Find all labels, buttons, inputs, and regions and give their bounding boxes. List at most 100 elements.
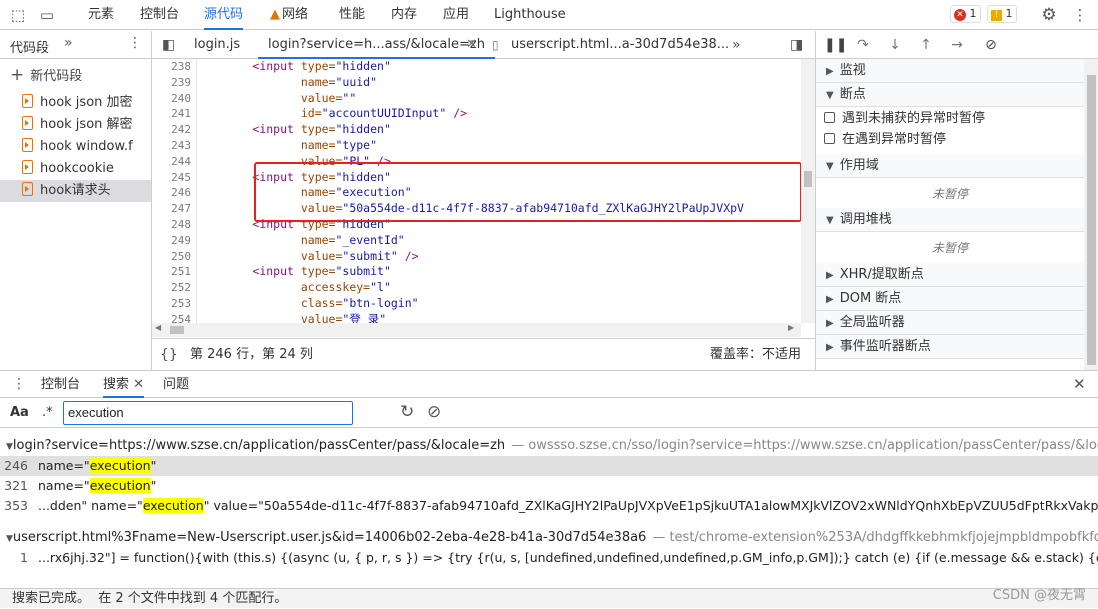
pretty-print-icon[interactable]: {} xyxy=(160,339,178,371)
dom-breakpoints-section[interactable]: ▶ DOM 断点 xyxy=(816,287,1084,311)
line-number[interactable]: 241 xyxy=(152,106,196,122)
drawer-tab-console[interactable]: 控制台 xyxy=(41,371,80,398)
pause-uncaught-checkbox[interactable]: 遇到未捕获的异常时暂停 xyxy=(824,109,985,129)
step-into-icon[interactable]: ↓ xyxy=(886,36,904,54)
tab-network[interactable]: ▲ 网络 xyxy=(270,0,308,30)
deactivate-breakpoints-icon[interactable]: ⊘ xyxy=(982,36,1000,54)
line-number[interactable]: 250 xyxy=(152,249,196,265)
tab-performance[interactable]: 性能 xyxy=(339,0,365,30)
line-number[interactable]: 243 xyxy=(152,138,196,154)
step-over-icon[interactable]: ↷ xyxy=(854,36,872,54)
result-file-header[interactable]: ▼userscript.html%3Fname=New-Userscript.u… xyxy=(6,528,1098,548)
new-snippet-button[interactable]: + 新代码段 xyxy=(10,65,82,85)
kebab-menu-icon[interactable]: ⋮ xyxy=(1071,6,1089,24)
line-number[interactable]: 248 xyxy=(152,217,196,233)
debugger-scrollbar[interactable] xyxy=(1084,59,1098,370)
line-number[interactable]: 242 xyxy=(152,122,196,138)
snippet-item[interactable]: hookcookie xyxy=(0,158,151,180)
close-tab-icon[interactable]: ✕ xyxy=(133,377,144,392)
editor-horizontal-scrollbar[interactable]: ◀ ▶ xyxy=(152,323,801,337)
editor-vertical-scrollbar[interactable] xyxy=(801,59,815,323)
code-line[interactable]: value="" xyxy=(197,91,801,107)
global-listeners-section[interactable]: ▶ 全局监听器 xyxy=(816,311,1084,335)
event-listener-breakpoints-section[interactable]: ▶ 事件监听器断点 xyxy=(816,335,1084,359)
step-icon[interactable]: → xyxy=(948,36,966,54)
regex-toggle[interactable]: .* xyxy=(42,405,53,420)
code-line[interactable]: id="accountUUIDInput" /> xyxy=(197,106,801,122)
inspect-element-icon[interactable]: ⬚ xyxy=(9,6,27,24)
line-number[interactable]: 245 xyxy=(152,170,196,186)
error-count-badge[interactable]: ✕ 1 xyxy=(950,5,981,23)
code-line[interactable]: value="submit" /> xyxy=(197,249,801,265)
tab-application[interactable]: 应用 xyxy=(443,0,469,30)
warning-count-badge[interactable]: ! 1 xyxy=(987,5,1017,23)
result-line[interactable]: 246 name="execution" xyxy=(0,456,1098,476)
tab-sources[interactable]: 源代码 xyxy=(204,0,244,30)
line-number[interactable]: 253 xyxy=(152,296,196,312)
tab-console[interactable]: 控制台 xyxy=(140,0,179,30)
scrollbar-thumb[interactable] xyxy=(1087,75,1096,365)
match-case-toggle[interactable]: Aa xyxy=(10,405,29,420)
close-tab-icon[interactable]: ✕ xyxy=(466,31,477,59)
gear-icon[interactable]: ⚙ xyxy=(1040,6,1058,24)
tab-elements[interactable]: 元素 xyxy=(88,0,114,30)
tab-memory[interactable]: 内存 xyxy=(391,0,417,30)
xhr-breakpoints-section[interactable]: ▶ XHR/提取断点 xyxy=(816,263,1084,287)
step-out-icon[interactable]: ↑ xyxy=(917,36,935,54)
snippet-item[interactable]: hook json 加密 xyxy=(0,92,151,114)
callstack-section[interactable]: ▼ 调用堆栈 xyxy=(816,208,1084,232)
line-number[interactable]: 254 xyxy=(152,312,196,323)
line-number[interactable]: 249 xyxy=(152,233,196,249)
drawer-menu-icon[interactable]: ⋮ xyxy=(12,371,26,398)
clear-icon[interactable]: ⊘ xyxy=(427,402,441,422)
pause-icon[interactable]: ❚❚ xyxy=(824,36,847,54)
scroll-right-icon[interactable]: ▶ xyxy=(788,323,794,332)
code-line[interactable]: accesskey="l" xyxy=(197,280,801,296)
snippet-item[interactable]: hook json 解密 xyxy=(0,114,151,136)
line-number[interactable]: 239 xyxy=(152,75,196,91)
code-line[interactable]: name="type" xyxy=(197,138,801,154)
line-number[interactable]: 238 xyxy=(152,59,196,75)
toggle-navigator-icon[interactable]: ◧ xyxy=(162,31,175,59)
tab-lighthouse[interactable]: Lighthouse xyxy=(494,0,566,30)
scroll-left-icon[interactable]: ◀ xyxy=(155,323,161,332)
code-line[interactable]: <input type="submit" xyxy=(197,264,801,280)
device-toggle-icon[interactable]: ▭ xyxy=(38,6,56,24)
refresh-icon[interactable]: ↻ xyxy=(400,402,414,422)
code-line[interactable]: class="btn-login" xyxy=(197,296,801,312)
line-number[interactable]: 240 xyxy=(152,91,196,107)
code-line[interactable]: name="uuid" xyxy=(197,75,801,91)
line-number[interactable]: 247 xyxy=(152,201,196,217)
result-line[interactable]: 321 name="execution" xyxy=(0,476,1098,496)
line-number[interactable]: 252 xyxy=(152,280,196,296)
breakpoints-section[interactable]: ▼ 断点 xyxy=(816,83,1084,107)
code-line[interactable]: value="登 录" xyxy=(197,312,801,323)
drawer-tab-search[interactable]: 搜索 ✕ xyxy=(103,371,145,398)
code-line[interactable]: <input type="hidden" xyxy=(197,122,801,138)
editor-tab-userscript[interactable]: userscript.html...a-30d7d54e38... xyxy=(511,31,729,59)
checkbox-icon[interactable] xyxy=(824,133,835,144)
snippet-item-selected[interactable]: hook请求头 xyxy=(0,180,151,202)
result-file-header[interactable]: ▼login?service=https://www.szse.cn/appli… xyxy=(6,436,1098,456)
result-line[interactable]: 353 ...dden" name="execution" value="50a5… xyxy=(0,496,1098,516)
code-line[interactable]: <input type="hidden" xyxy=(197,59,801,75)
pause-caught-checkbox[interactable]: 在遇到异常时暂停 xyxy=(824,130,946,150)
checkbox-icon[interactable] xyxy=(824,112,835,123)
close-drawer-icon[interactable]: ✕ xyxy=(1073,371,1086,398)
more-tabs-icon[interactable]: » xyxy=(64,35,73,51)
editor-tab-login-page[interactable]: login?service=h...ass/&locale=zh xyxy=(258,31,495,59)
kebab-menu-icon[interactable]: ⋮ xyxy=(128,35,142,51)
scope-section[interactable]: ▼ 作用域 xyxy=(816,154,1084,178)
line-number[interactable]: 251 xyxy=(152,264,196,280)
more-tabs-icon[interactable]: » xyxy=(732,31,741,59)
line-number[interactable]: 244 xyxy=(152,154,196,170)
result-line[interactable]: 1 ...rx6jhj.32"] = function(){with (this.… xyxy=(0,548,1098,568)
line-number[interactable]: 246 xyxy=(152,185,196,201)
scrollbar-thumb[interactable] xyxy=(804,171,812,187)
search-input[interactable]: execution xyxy=(63,401,353,425)
toggle-debugger-icon[interactable]: ◨ xyxy=(790,31,803,59)
drawer-tab-issues[interactable]: 问题 xyxy=(163,371,189,398)
snippets-tab[interactable]: 代码段 xyxy=(10,37,49,56)
scrollbar-thumb[interactable] xyxy=(170,326,184,334)
editor-tab-login-js[interactable]: login.js xyxy=(194,31,240,59)
